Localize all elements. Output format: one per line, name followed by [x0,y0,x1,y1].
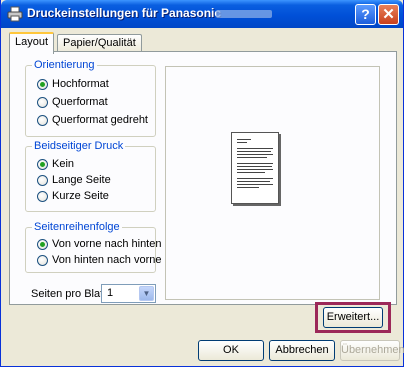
radio-back-to-front-label: Von hinten nach vorne [52,254,162,266]
preview-line [237,172,265,173]
duplex-legend: Beidseitiger Druck [32,140,126,152]
page-order-group: Seitenreihenfolge Von vorne nach hinten … [25,221,161,273]
window-title: Druckeinstellungen für Panasonic [27,6,222,20]
title-bar[interactable]: Druckeinstellungen für Panasonic ? ✕ [1,0,403,28]
radio-landscape-rotated-circle[interactable] [37,114,48,126]
radio-duplex-short-edge-circle[interactable] [37,190,48,202]
radio-landscape-rotated-label: Querformat gedreht [52,114,148,126]
radio-front-to-back-label: Von vorne nach hinten [52,238,162,250]
preview-line [237,181,270,182]
radio-portrait-circle[interactable] [37,78,48,90]
radio-duplex-long-edge[interactable]: Lange Seite [37,173,111,187]
preview-line [237,163,273,164]
chevron-down-icon[interactable]: ▼ [139,286,154,301]
page-order-legend: Seitenreihenfolge [32,221,122,233]
redacted-printer-name [216,10,272,18]
preview-line [237,157,267,158]
pages-per-sheet-value: 1 [107,287,114,299]
preview-line [237,139,251,140]
radio-duplex-long-edge-circle[interactable] [37,174,48,186]
preview-line [237,142,247,143]
tab-paper-quality[interactable]: Papier/Qualität [57,34,142,52]
page-preview-icon [231,132,279,204]
preview-line [237,184,273,185]
pages-per-sheet-label: Seiten pro Blatt: [31,288,110,300]
radio-back-to-front[interactable]: Von hinten nach vorne [37,253,161,267]
radio-landscape-circle[interactable] [37,96,48,108]
apply-button[interactable]: Übernehmen [340,340,404,361]
radio-back-to-front-circle[interactable] [37,254,48,266]
radio-landscape-rotated[interactable]: Querformat gedreht [37,113,148,127]
radio-portrait-label: Hochformat [52,78,109,90]
advanced-button-highlight [315,302,391,333]
preview-line [237,148,273,149]
preview-line [237,187,259,188]
radio-duplex-short-edge[interactable]: Kurze Seite [37,189,109,203]
radio-duplex-none-circle[interactable] [37,158,48,170]
preview-line [237,169,273,170]
preview-line [237,154,273,155]
radio-front-to-back-circle[interactable] [37,238,48,250]
radio-portrait[interactable]: Hochformat [37,77,109,91]
orientation-legend: Orientierung [32,59,97,71]
close-button[interactable]: ✕ [378,4,399,25]
print-preferences-dialog: Druckeinstellungen für Panasonic ? ✕ Lay… [0,0,404,367]
tab-layout[interactable]: Layout [9,32,55,54]
radio-duplex-short-edge-label: Kurze Seite [52,190,109,202]
radio-front-to-back[interactable]: Von vorne nach hinten [37,237,161,251]
preview-line [237,166,272,167]
preview-line [237,151,271,152]
radio-duplex-none[interactable]: Kein [37,157,74,171]
radio-duplex-long-edge-label: Lange Seite [52,174,111,186]
radio-duplex-none-label: Kein [52,158,75,170]
radio-landscape-label: Querformat [52,96,108,108]
radio-landscape[interactable]: Querformat [37,95,108,109]
preview-line [237,178,273,179]
ok-button[interactable]: OK [198,340,264,361]
help-button[interactable]: ? [355,4,376,25]
pages-per-sheet-select[interactable]: 1 ▼ [101,284,156,303]
orientation-group: Orientierung Hochformat Querformat Querf… [25,59,156,137]
printer-icon [7,6,23,22]
cancel-button[interactable]: Abbrechen [269,340,335,361]
duplex-group: Beidseitiger Druck Kein Lange Seite Kurz… [25,140,156,212]
